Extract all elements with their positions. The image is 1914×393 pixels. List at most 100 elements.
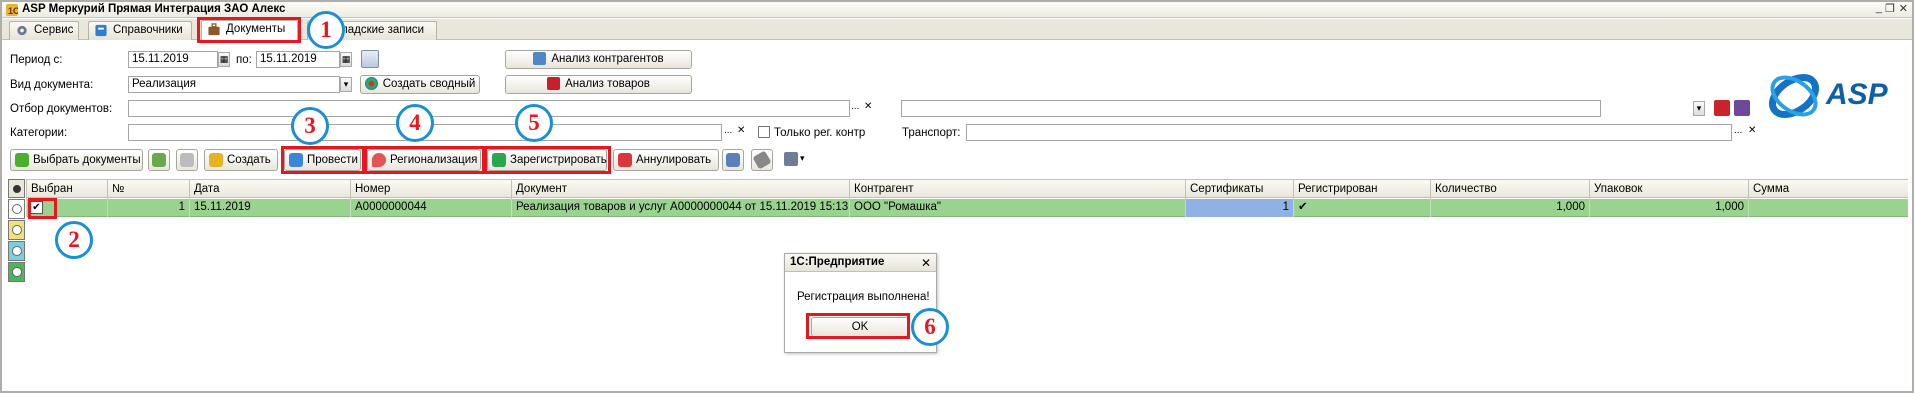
doc-type-dropdown-button[interactable]: ▾ (340, 77, 352, 92)
col-doc-number[interactable]: Номер (350, 180, 511, 199)
row-state-column (8, 178, 26, 299)
categories-clear-button[interactable]: ✕ (737, 125, 745, 136)
delete-button[interactable] (722, 149, 744, 171)
right-select-field[interactable] (901, 100, 1601, 117)
state-cell-green[interactable] (8, 262, 25, 282)
analyze-goods-label: Анализ товаров (565, 78, 650, 90)
table-row[interactable]: ✔ 1 15.11.2019 А0000000044 Реализация то… (26, 199, 1908, 217)
col-number-index[interactable]: № (107, 180, 189, 199)
eraser-icon (752, 150, 772, 170)
step-badge-2: 2 (55, 221, 93, 259)
dialog-message: Регистрация выполнена! (797, 291, 930, 303)
tab-warehouse-records-label: ладские записи (341, 24, 425, 36)
right-select-dropdown-button[interactable]: ▾ (1693, 101, 1705, 116)
col-packages[interactable]: Упаковок (1589, 180, 1748, 199)
col-registered[interactable]: Регистрирован (1293, 180, 1430, 199)
asp-logo-mark (1769, 74, 1819, 118)
analyze-contractors-label: Анализ контрагентов (551, 53, 664, 65)
only-reg-checkbox[interactable] (758, 126, 770, 138)
select-documents-button[interactable]: Выбрать документы (10, 149, 143, 171)
restore-button[interactable]: ❐ (1885, 2, 1895, 15)
save-icon[interactable] (1714, 100, 1730, 116)
state-header-cell[interactable] (8, 179, 25, 198)
copy-button[interactable] (176, 149, 198, 171)
printer-icon (784, 152, 798, 166)
cell-contractor: ООО "Ромашка" (849, 199, 1185, 217)
eraser-button[interactable] (751, 149, 773, 171)
col-contractor[interactable]: Контрагент (849, 180, 1185, 199)
cell-certificates[interactable]: 1 (1185, 199, 1293, 217)
minimize-button[interactable]: _ (1876, 2, 1882, 14)
col-certificates[interactable]: Сертификаты (1185, 180, 1293, 199)
analyze-goods-button[interactable]: Анализ товаров (505, 75, 692, 94)
transport-field[interactable] (966, 124, 1732, 141)
highlight-ok-button (806, 313, 910, 339)
state-cell-yellow[interactable] (8, 220, 25, 240)
window-title: ASP Меркурий Прямая Интеграция ЗАО Алекс (22, 3, 286, 15)
highlight-post-button (281, 146, 365, 174)
refresh-icon (152, 153, 166, 167)
cell-registered: ✔ (1293, 199, 1430, 217)
tab-directories[interactable]: Справочники (88, 21, 192, 40)
refresh-button[interactable] (148, 149, 170, 171)
period-to-field[interactable]: 15.11.2019 (256, 51, 340, 68)
step-badge-1: 1 (307, 11, 345, 49)
cell-num: 1 (107, 199, 189, 217)
categories-label: Категории: (10, 127, 68, 139)
highlight-regionalize-button (364, 146, 485, 174)
col-sum[interactable]: Сумма (1748, 180, 1908, 199)
col-quantity[interactable]: Количество (1430, 180, 1589, 199)
create-button[interactable]: Создать (204, 149, 278, 171)
tab-service[interactable]: Сервис (9, 21, 79, 40)
col-selected[interactable]: Выбран (26, 180, 107, 199)
create-summary-button[interactable]: Создать сводный (360, 75, 480, 94)
doc-type-select[interactable]: Реализация (128, 76, 340, 93)
cell-packages: 1,000 (1589, 199, 1748, 217)
doc-filter-label: Отбор документов: (10, 103, 113, 115)
cancel-doc-button[interactable]: Аннулировать (613, 149, 719, 171)
doc-filter-field[interactable] (128, 100, 850, 117)
asp-logo-text: ASP (1826, 78, 1888, 111)
period-settings-icon[interactable] (361, 50, 379, 68)
col-date[interactable]: Дата (189, 180, 350, 199)
step-badge-5: 5 (515, 104, 553, 142)
calendar-from-button[interactable]: ▦ (218, 52, 230, 67)
state-cell-cyan[interactable] (8, 241, 25, 261)
transport-select-button[interactable]: ... (1734, 125, 1742, 136)
period-to-label: по: (236, 54, 252, 66)
cell-sum (1748, 199, 1908, 217)
calendar-to-button[interactable]: ▦ (340, 52, 352, 67)
cell-document: Реализация товаров и услуг А0000000044 о… (511, 199, 849, 217)
transport-clear-button[interactable]: ✕ (1748, 125, 1756, 136)
load-icon[interactable] (1734, 100, 1750, 116)
period-from-field[interactable]: 15.11.2019 (128, 51, 218, 68)
step-badge-3: 3 (291, 107, 329, 145)
doc-filter-clear-button[interactable]: ✕ (864, 101, 872, 112)
close-window-button[interactable]: ✕ (1899, 2, 1908, 15)
grid-header: Выбран № Дата Номер Документ Контрагент … (26, 179, 1908, 199)
gear-icon (17, 25, 27, 36)
categories-select-button[interactable]: ... (724, 125, 732, 136)
shield-cancel-icon (618, 153, 632, 167)
select-documents-label: Выбрать документы (33, 154, 141, 166)
print-button[interactable]: ▾ (784, 152, 810, 168)
transport-label: Транспорт: (902, 127, 961, 139)
book-icon (95, 24, 107, 37)
cell-doc-number: А0000000044 (350, 199, 511, 217)
analyze-contractors-button[interactable]: Анализ контрагентов (505, 50, 692, 69)
col-document[interactable]: Документ (511, 180, 849, 199)
state-circle-icon (12, 246, 22, 256)
state-circle-icon (12, 267, 22, 277)
state-cell-white[interactable] (8, 199, 25, 219)
dialog-title: 1С:Предприятие (785, 254, 936, 272)
state-circle-icon (12, 225, 22, 235)
doc-type-label: Вид документа: (10, 79, 94, 91)
create-label: Создать (227, 154, 271, 166)
highlight-register-button (484, 146, 611, 174)
cell-date: 15.11.2019 (189, 199, 350, 217)
doc-filter-select-button[interactable]: ... (851, 101, 859, 112)
title-bar: 1С ASP Меркурий Прямая Интеграция ЗАО Ал… (2, 2, 1912, 18)
only-reg-label: Только рег. контр (774, 127, 866, 139)
cell-quantity: 1,000 (1430, 199, 1589, 217)
dialog-close-button[interactable]: ✕ (921, 256, 931, 270)
